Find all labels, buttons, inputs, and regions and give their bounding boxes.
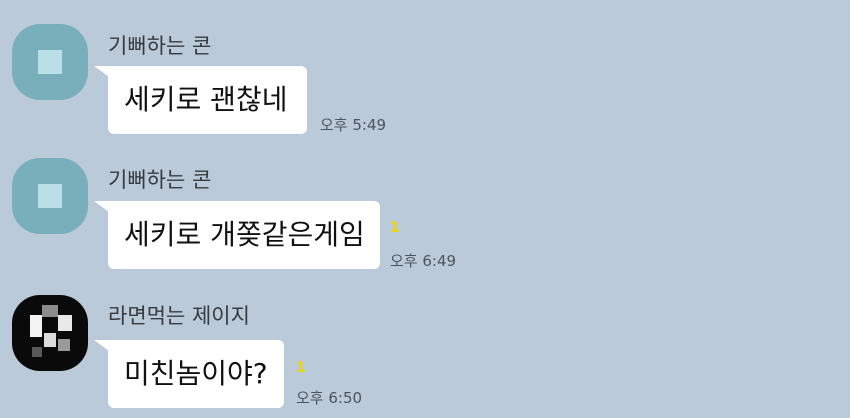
avatar[interactable] — [12, 24, 88, 100]
sender-name: 라면먹는 제이지 — [108, 304, 250, 328]
message-row: 기뻐하는 콘 세키로 개쫒같은게임 1 오후 6:49 — [0, 140, 850, 280]
sender-name: 기뻐하는 콘 — [108, 34, 212, 58]
avatar-pixel — [32, 347, 42, 357]
message-time: 오후 6:50 — [296, 389, 363, 407]
avatar[interactable] — [12, 158, 88, 234]
avatar-pixel — [42, 305, 58, 317]
unread-count: 1 — [296, 360, 306, 376]
avatar-pixel — [44, 333, 56, 347]
message-bubble[interactable]: 미친놈이야? — [94, 340, 284, 408]
avatar[interactable] — [12, 295, 88, 371]
sender-name: 기뻐하는 콘 — [108, 168, 212, 192]
message-time: 오후 6:49 — [390, 252, 457, 270]
message-row: 라면먹는 제이지 미친놈이야? 1 오후 6:50 — [0, 280, 850, 418]
avatar-placeholder-icon — [38, 184, 62, 208]
message-row: 기뻐하는 콘 세키로 괜찮네 오후 5:49 — [0, 0, 850, 140]
avatar-pixel — [58, 339, 70, 351]
avatar-pixel — [30, 315, 42, 337]
message-time: 오후 5:49 — [320, 116, 387, 134]
message-bubble[interactable]: 세키로 괜찮네 — [94, 66, 307, 134]
avatar-pixel — [58, 315, 72, 331]
message-bubble[interactable]: 세키로 개쫒같은게임 — [94, 201, 380, 269]
avatar-placeholder-icon — [38, 50, 62, 74]
unread-count: 1 — [390, 220, 400, 236]
